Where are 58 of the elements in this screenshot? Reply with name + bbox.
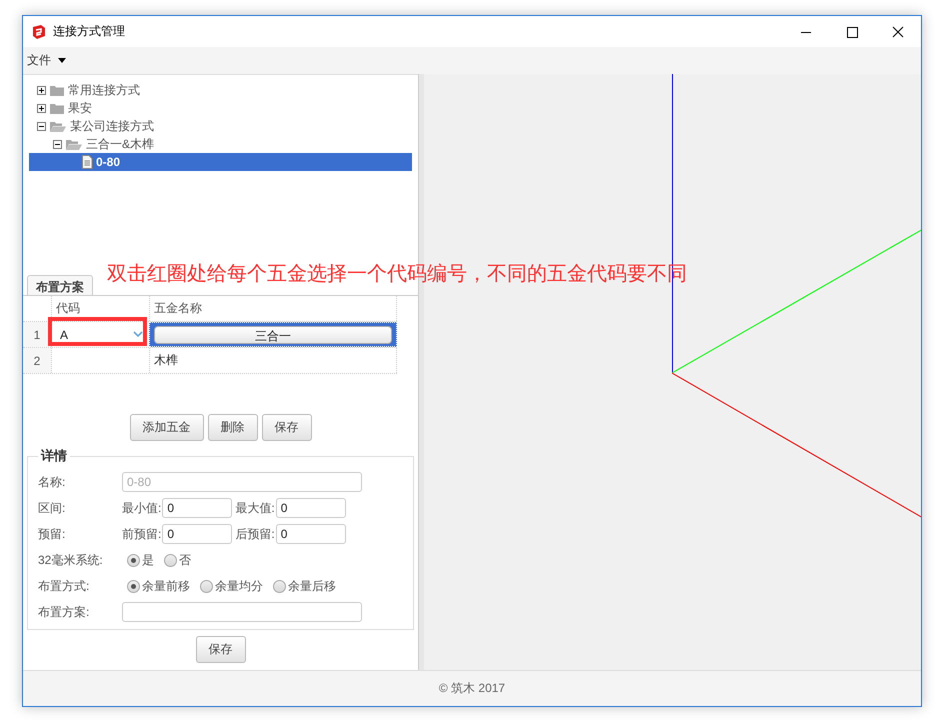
radio-button[interactable] [127, 580, 140, 592]
table-cell: 木榫 [154, 352, 178, 369]
caret-icon [57, 58, 67, 64]
action-button[interactable]: 保存 [262, 414, 312, 441]
column-header: 五金名称 [149, 296, 397, 321]
field-label: 32毫米系统: [38, 552, 104, 568]
field-label: 最小值: [122, 500, 162, 516]
radio-label: 余量前移 [142, 578, 190, 594]
radio-button[interactable] [200, 580, 213, 592]
field-label: 预留: [38, 526, 66, 542]
field-label: 布置方案: [38, 604, 90, 620]
save-button[interactable]: 保存 [196, 636, 246, 663]
max-field[interactable]: 0 [276, 498, 346, 518]
table-row[interactable]: 2 木榫 [23, 348, 397, 374]
min-field[interactable]: 0 [162, 498, 232, 518]
field-label: 名称: [38, 474, 66, 490]
file-menu[interactable]: 文件 [23, 52, 71, 69]
back-reserve-field[interactable]: 0 [276, 524, 346, 544]
hardware-name-button[interactable]: 三合一 [154, 326, 392, 344]
action-button[interactable]: 添加五金 [130, 414, 204, 441]
radio-button[interactable] [164, 554, 177, 566]
plan-field[interactable] [122, 602, 362, 622]
field-label: 布置方式: [38, 578, 90, 594]
action-button[interactable]: 删除 [208, 414, 258, 441]
tree-item[interactable]: 0-80 [29, 153, 412, 171]
radio-label: 余量后移 [288, 578, 336, 594]
collapse-icon[interactable] [37, 122, 46, 130]
app-logo-icon [31, 24, 47, 40]
document-icon [81, 155, 93, 169]
section-legend: 详情 [38, 447, 70, 465]
tab[interactable]: 布置方案 [27, 275, 93, 295]
copyright-text: © 筑木 2017 [438, 680, 506, 697]
tree-item[interactable]: 果安 [29, 99, 412, 117]
tree-item[interactable]: 三合一&木榫 [29, 135, 412, 153]
expand-icon[interactable] [37, 104, 46, 112]
radio-label: 是 [142, 552, 154, 568]
radio-label: 否 [179, 552, 191, 568]
folder-icon [49, 102, 65, 114]
window-title: 连接方式管理 [53, 23, 125, 40]
field-label: 最大值: [235, 500, 275, 516]
open-folder-icon [49, 120, 67, 132]
tree-item[interactable]: 某公司连接方式 [29, 117, 412, 135]
column-header: 代码 [51, 296, 149, 321]
radio-button[interactable] [273, 580, 286, 592]
folder-icon [49, 84, 65, 96]
radio-button[interactable] [127, 554, 140, 566]
chevron-icon [133, 331, 143, 338]
front-reserve-field[interactable]: 0 [162, 524, 232, 544]
field-label: 后预留: [235, 526, 275, 542]
row-number: 1 [23, 322, 51, 347]
expand-icon[interactable] [37, 86, 46, 94]
row-number: 2 [23, 348, 51, 373]
open-folder-icon [65, 138, 83, 150]
tree-item[interactable]: 常用连接方式 [29, 81, 412, 99]
field-label: 区间: [38, 500, 66, 516]
collapse-icon[interactable] [53, 140, 62, 148]
field-label: 前预留: [122, 526, 162, 542]
radio-label: 余量均分 [215, 578, 263, 594]
